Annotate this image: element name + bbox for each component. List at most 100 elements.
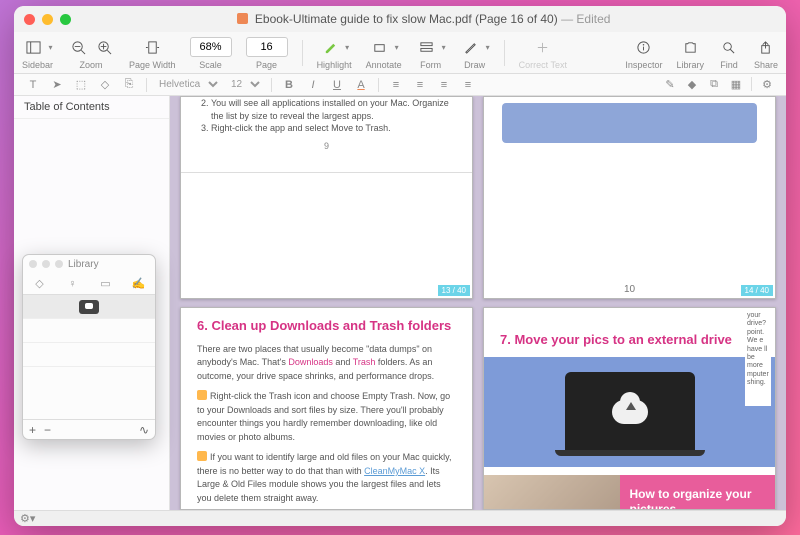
highlight-label: Highlight xyxy=(317,60,352,70)
font-select[interactable]: Helvetica xyxy=(155,78,221,91)
library-footer: + − ∿ xyxy=(23,419,155,439)
signature-button[interactable]: ∿ xyxy=(139,423,149,437)
chevron-down-icon[interactable]: ▾ xyxy=(486,43,490,52)
scale-field[interactable] xyxy=(190,37,232,57)
pointing-hand-icon xyxy=(197,390,207,400)
chevron-down-icon[interactable]: ▾ xyxy=(49,43,53,52)
text-color-button[interactable]: A xyxy=(352,77,370,93)
page-tag: 13 / 40 xyxy=(438,285,470,296)
select-tool[interactable]: ⬚ xyxy=(72,77,90,93)
zoom-window-button[interactable] xyxy=(60,14,71,25)
italic-button[interactable]: I xyxy=(304,77,322,93)
photograph xyxy=(484,475,620,510)
fill-icon[interactable]: ◆ xyxy=(683,77,701,93)
align-right-button[interactable]: ≡ xyxy=(435,77,453,93)
zoom-out-button[interactable] xyxy=(67,36,89,58)
find-label: Find xyxy=(720,60,738,70)
share-button[interactable] xyxy=(755,36,777,58)
page-width-label: Page Width xyxy=(129,60,176,70)
erase-tool[interactable]: ◇ xyxy=(96,77,114,93)
chevron-down-icon[interactable]: ▾ xyxy=(395,43,399,52)
library-title: Library xyxy=(68,259,99,270)
inspector-label: Inspector xyxy=(625,60,662,70)
page-right[interactable]: your drive? point. We e have ll be more … xyxy=(483,307,776,510)
draw-button[interactable] xyxy=(460,36,482,58)
library-item[interactable] xyxy=(23,343,155,367)
pencil-icon[interactable]: ✎ xyxy=(661,77,679,93)
swatch-icon[interactable]: ▦ xyxy=(727,77,745,93)
page-width-button[interactable] xyxy=(141,36,163,58)
library-tab-signatures[interactable]: ✍ xyxy=(122,273,155,294)
library-titlebar[interactable]: Library xyxy=(23,255,155,273)
align-left-button[interactable]: ≡ xyxy=(387,77,405,93)
tip-title: How to organize your pictures xyxy=(630,487,766,510)
zoom-label: Zoom xyxy=(80,60,103,70)
document-area[interactable]: ↔ You will see all applications installe… xyxy=(170,96,786,510)
bold-button[interactable]: B xyxy=(280,77,298,93)
main-toolbar: ▾ Sidebar Zoom Page Width Scale Page xyxy=(14,32,786,74)
page-14[interactable]: 10 14 / 40 xyxy=(483,96,776,299)
format-toolbar: T ➤ ⬚ ◇ ⎘ Helvetica 12 B I U A ≡ ≡ ≡ ≡ ✎… xyxy=(14,74,786,96)
correct-text-label: Correct Text xyxy=(519,60,567,70)
zoom-in-button[interactable] xyxy=(93,36,115,58)
sidebar-title: Table of Contents xyxy=(14,96,169,119)
list-item: Right-click the app and select Move to T… xyxy=(211,122,456,135)
traffic-lights xyxy=(24,14,71,25)
highlight-button[interactable] xyxy=(319,36,341,58)
annotate-label: Annotate xyxy=(366,60,402,70)
library-label: Library xyxy=(676,60,704,70)
library-tab-stamps[interactable]: ♀ xyxy=(56,273,89,294)
form-label: Form xyxy=(420,60,441,70)
pointing-hand-icon xyxy=(197,451,207,461)
library-item[interactable] xyxy=(23,295,155,319)
tip-box: How to organize your pictures When namin… xyxy=(620,475,776,510)
page-13[interactable]: You will see all applications installed … xyxy=(180,96,473,299)
chevron-down-icon[interactable]: ▾ xyxy=(345,43,349,52)
gear-icon[interactable]: ⚙▾ xyxy=(20,512,35,525)
page-number: 10 xyxy=(624,284,635,295)
minimize-icon[interactable] xyxy=(42,260,50,268)
library-tab-images[interactable]: ▭ xyxy=(89,273,122,294)
cloud-upload-icon xyxy=(612,400,648,424)
page-number: 9 xyxy=(197,141,456,151)
paragraph: If you want to identify large and old fi… xyxy=(197,451,456,505)
text-tool[interactable]: T xyxy=(24,77,42,93)
close-window-button[interactable] xyxy=(24,14,35,25)
font-size-select[interactable]: 12 xyxy=(227,78,263,91)
annotate-button[interactable] xyxy=(369,36,391,58)
add-button[interactable]: + xyxy=(29,423,36,437)
remove-button[interactable]: − xyxy=(44,423,51,437)
library-panel[interactable]: Library ◇ ♀ ▭ ✍ + − ∿ xyxy=(22,254,156,440)
page-left[interactable]: 6. Clean up Downloads and Trash folders … xyxy=(180,307,473,510)
copy-tool[interactable]: ⎘ xyxy=(120,77,138,93)
form-button[interactable] xyxy=(416,36,438,58)
library-button[interactable] xyxy=(679,36,701,58)
correct-text-button[interactable] xyxy=(532,36,554,58)
align-center-button[interactable]: ≡ xyxy=(411,77,429,93)
zoom-icon[interactable] xyxy=(55,260,63,268)
sidebar-toggle-button[interactable] xyxy=(23,36,45,58)
sidebar-label: Sidebar xyxy=(22,60,53,70)
library-tab-shapes[interactable]: ◇ xyxy=(23,273,56,294)
pointer-tool[interactable]: ➤ xyxy=(48,77,66,93)
section-7-heading: 7. Move your pics to an external drive xyxy=(500,332,759,347)
titlebar: Ebook-Ultimate guide to fix slow Mac.pdf… xyxy=(14,6,786,32)
find-button[interactable] xyxy=(718,36,740,58)
window-title: Ebook-Ultimate guide to fix slow Mac.pdf… xyxy=(71,12,776,26)
crop-icon[interactable]: ⧉ xyxy=(705,77,723,93)
minimize-window-button[interactable] xyxy=(42,14,53,25)
stamp-icon xyxy=(79,300,99,314)
draw-label: Draw xyxy=(464,60,485,70)
inspector-button[interactable] xyxy=(633,36,655,58)
close-icon[interactable] xyxy=(29,260,37,268)
underline-button[interactable]: U xyxy=(328,77,346,93)
page-tag: 14 / 40 xyxy=(741,285,773,296)
library-item[interactable] xyxy=(23,319,155,343)
chevron-down-icon[interactable]: ▾ xyxy=(442,43,446,52)
status-bar: ⚙▾ xyxy=(14,510,786,526)
document-icon xyxy=(237,13,248,24)
section-6-heading: 6. Clean up Downloads and Trash folders xyxy=(197,318,456,335)
page-field[interactable] xyxy=(246,37,288,57)
align-justify-button[interactable]: ≡ xyxy=(459,77,477,93)
gear-icon[interactable]: ⚙ xyxy=(758,77,776,93)
